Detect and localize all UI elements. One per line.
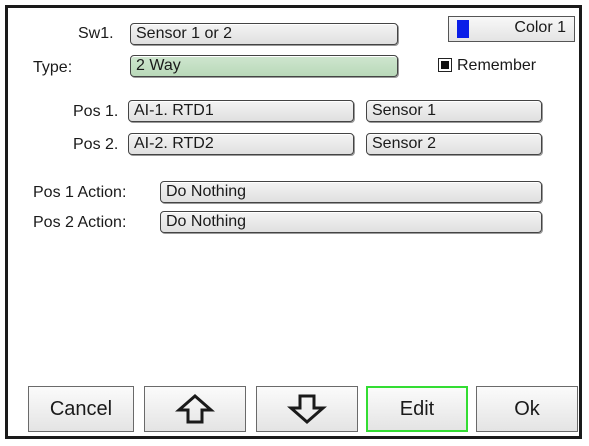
pos1-name-field[interactable]: Sensor 1: [366, 100, 542, 122]
arrow-up-icon: [175, 394, 215, 424]
pos1-action-label: Pos 1 Action:: [33, 184, 127, 201]
pos2-name-field[interactable]: Sensor 2: [366, 133, 542, 155]
type-label: Type:: [33, 59, 73, 76]
type-field[interactable]: 2 Way: [130, 55, 398, 77]
pos2-action-field[interactable]: Do Nothing: [160, 211, 542, 233]
move-up-button[interactable]: [144, 386, 246, 432]
pos1-label: Pos 1.: [73, 103, 119, 120]
edit-button[interactable]: Edit: [366, 386, 468, 432]
color-swatch: [457, 20, 469, 38]
edit-button-label: Edit: [399, 397, 435, 420]
move-down-button[interactable]: [256, 386, 358, 432]
color-label: Color 1: [514, 19, 566, 36]
pos1-action-field[interactable]: Do Nothing: [160, 181, 542, 203]
remember-label: Remember: [457, 57, 537, 74]
color-button[interactable]: Color 1: [448, 16, 575, 42]
cancel-button-label: Cancel: [49, 397, 113, 420]
switch-name-field[interactable]: Sensor 1 or 2: [130, 23, 398, 45]
pos2-action-label: Pos 2 Action:: [33, 214, 127, 231]
remember-checkbox[interactable]: [438, 58, 452, 72]
arrow-down-icon: [287, 394, 327, 424]
ok-button-label: Ok: [514, 397, 540, 420]
pos2-label: Pos 2.: [73, 136, 119, 153]
switch-label: Sw1.: [78, 25, 114, 42]
pos2-source-field[interactable]: AI-2. RTD2: [128, 133, 354, 155]
cancel-button[interactable]: Cancel: [28, 386, 134, 432]
ok-button[interactable]: Ok: [476, 386, 578, 432]
pos1-source-field[interactable]: AI-1. RTD1: [128, 100, 354, 122]
checkbox-checked-icon: [441, 61, 449, 69]
